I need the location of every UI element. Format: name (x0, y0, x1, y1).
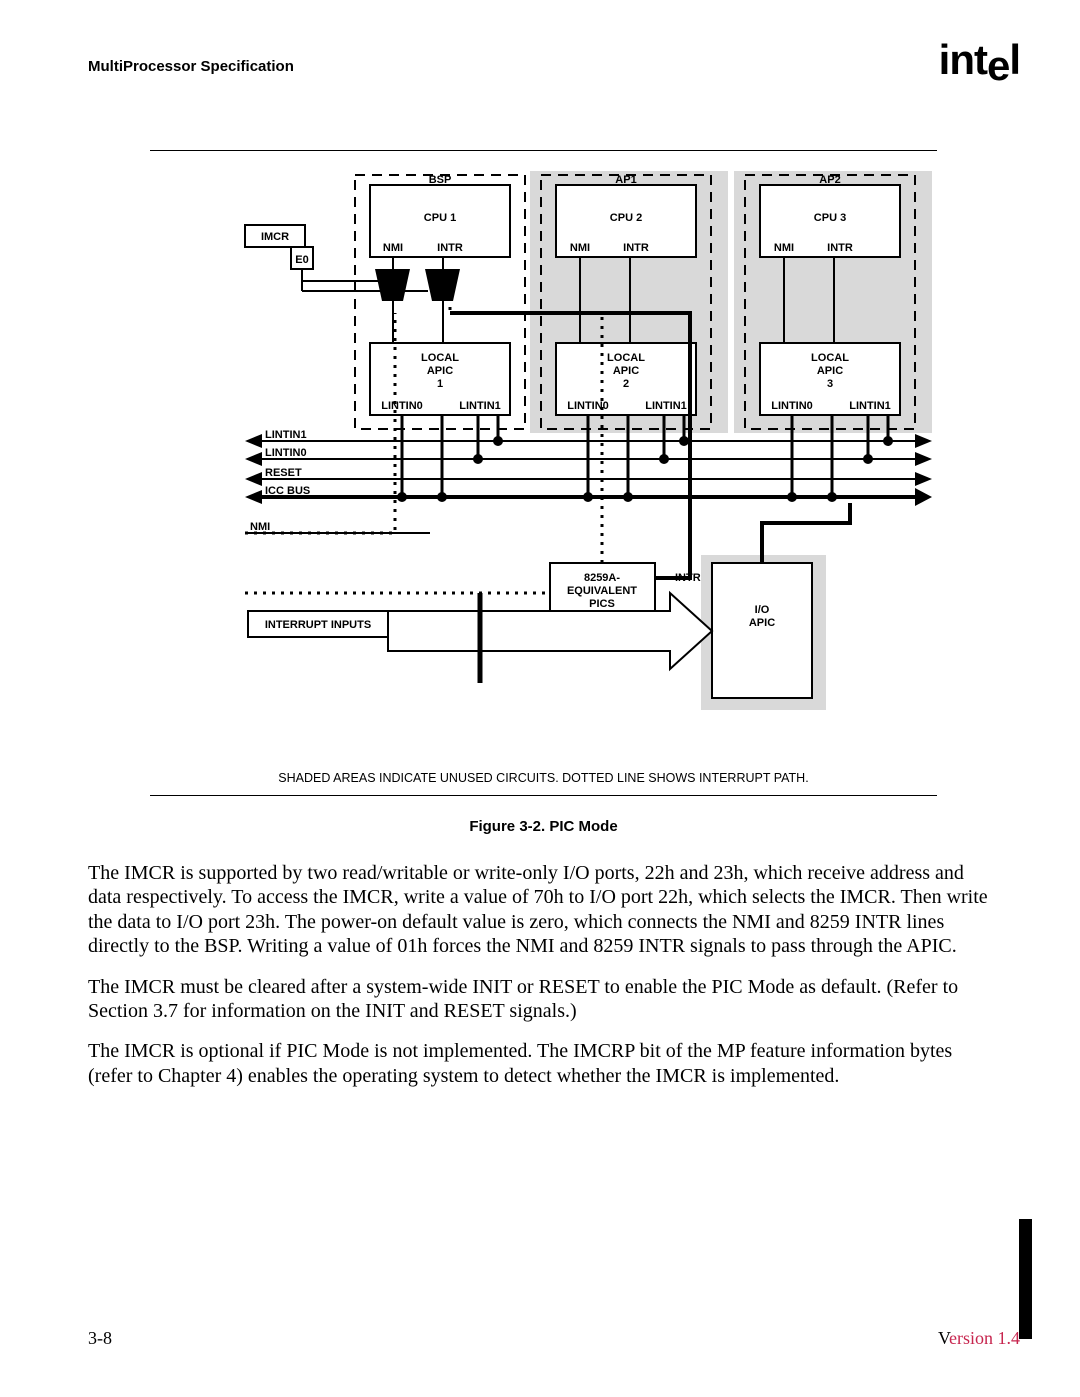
pics-a: 8259A- (584, 572, 620, 584)
label-la2-a: LOCAL (607, 352, 645, 364)
label-cpu1: CPU 1 (424, 212, 456, 224)
bus-lintin0: LINTIN0 (265, 447, 307, 459)
label-ap2: AP2 (819, 174, 840, 186)
label-la3-c: 3 (827, 378, 833, 390)
label-imcr: IMCR (261, 231, 289, 243)
ioapic-a: I/O (755, 604, 770, 616)
label-nmi-1: NMI (383, 242, 403, 254)
label-cpu3: CPU 3 (814, 212, 846, 224)
label-lintin0-3: LINTIN0 (771, 400, 813, 412)
label-la2-c: 2 (623, 378, 629, 390)
figure-note: SHADED AREAS INDICATE UNUSED CIRCUITS. D… (150, 771, 937, 785)
label-intr-3: INTR (827, 242, 853, 254)
label-la1-b: APIC (427, 365, 453, 377)
pics-c: PICS (589, 598, 615, 610)
label-lintin1-2: LINTIN1 (645, 400, 687, 412)
paragraph-1: The IMCR is supported by two read/writab… (88, 861, 992, 959)
bus-reset: RESET (265, 467, 302, 479)
label-intr-1: INTR (437, 242, 463, 254)
label-nmi-3: NMI (774, 242, 794, 254)
label-ap1: AP1 (615, 174, 636, 186)
label-lintin0-1: LINTIN0 (381, 400, 423, 412)
page-number: 3-8 (88, 1328, 112, 1349)
bus-lintin1: LINTIN1 (265, 429, 307, 441)
paragraph-2: The IMCR must be cleared after a system-… (88, 975, 992, 1024)
version-label: Version 1.4 (938, 1328, 1020, 1349)
label-la2-b: APIC (613, 365, 639, 377)
bus-iccbus: ICC BUS (265, 485, 310, 497)
label-lintin1-3: LINTIN1 (849, 400, 891, 412)
body-text: The IMCR is supported by two read/writab… (88, 861, 992, 1088)
figure-caption: Figure 3-2. PIC Mode (150, 818, 937, 835)
label-la1-c: 1 (437, 378, 443, 390)
label-e0: E0 (295, 254, 308, 266)
label-nmi-2: NMI (570, 242, 590, 254)
label-cpu2: CPU 2 (610, 212, 642, 224)
figure-bottom-rule (150, 795, 937, 796)
figure-top-rule (150, 150, 937, 151)
label-la3-a: LOCAL (811, 352, 849, 364)
figure-3-2: BSP AP1 AP2 CPU 1 CPU 2 CPU 3 NMI INTR N… (150, 150, 937, 835)
pics-b: EQUIVALENT (567, 585, 637, 597)
interrupt-inputs: INTERRUPT INPUTS (265, 619, 371, 631)
intel-logo: intel (939, 36, 1020, 84)
label-intr-2: INTR (623, 242, 649, 254)
label-bsp: BSP (429, 174, 452, 186)
pics-intr: INTR (675, 572, 701, 584)
label-lintin0-2: LINTIN0 (567, 400, 609, 412)
bus-nmi: NMI (250, 521, 270, 533)
label-lintin1-1: LINTIN1 (459, 400, 501, 412)
label-la3-b: APIC (817, 365, 843, 377)
margin-bar (1019, 1219, 1032, 1339)
version-rest: ersion 1.4 (949, 1328, 1020, 1348)
figure-diagram: BSP AP1 AP2 CPU 1 CPU 2 CPU 3 NMI INTR N… (150, 163, 937, 753)
ioapic-b: APIC (749, 617, 775, 629)
paragraph-3: The IMCR is optional if PIC Mode is not … (88, 1039, 992, 1088)
label-la1-a: LOCAL (421, 352, 459, 364)
version-v: V (938, 1328, 949, 1348)
doc-header-title: MultiProcessor Specification (88, 58, 992, 75)
